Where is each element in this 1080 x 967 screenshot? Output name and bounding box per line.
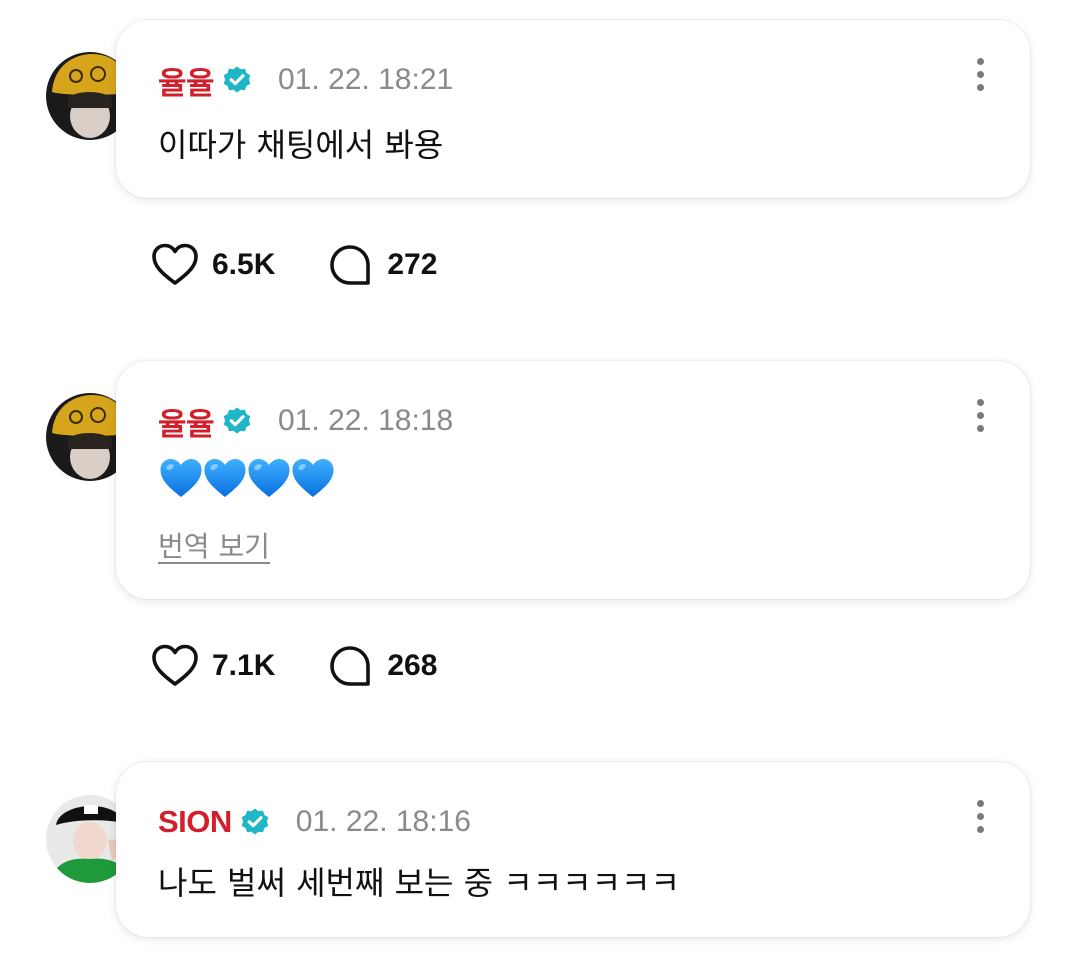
more-options-icon[interactable] [970, 800, 990, 840]
like-count: 6.5K [212, 248, 276, 281]
translate-link[interactable]: 번역 보기 [158, 525, 270, 565]
verified-check-icon [222, 65, 252, 95]
verified-check-icon [240, 807, 270, 837]
timestamp: 01. 22. 18:16 [295, 805, 471, 838]
comment-bubble-icon [325, 642, 375, 690]
more-options-icon[interactable] [970, 58, 990, 98]
like-button[interactable]: 6.5K [150, 241, 275, 289]
comment-text-value: 💙💙💙💙 [158, 500, 159, 501]
author-name[interactable]: SION [158, 804, 232, 840]
like-count: 7.1K [212, 649, 276, 682]
comment-card: 율율 01. 22. 18:21 이따가 채팅에서 봐용 [116, 20, 1030, 198]
comment-card: SION 01. 22. 18:16 나도 벌써 세번째 보는 중 ㅋㅋㅋㅋㅋㅋ [116, 762, 1030, 937]
verified-check-icon [222, 406, 252, 436]
more-options-icon[interactable] [970, 399, 990, 439]
blue-heart-icon [158, 456, 204, 500]
comment-text: 나도 벌써 세번째 보는 중 ㅋㅋㅋㅋㅋㅋ [158, 864, 680, 902]
comment-actions: 6.5K 272 [150, 240, 437, 290]
reply-button[interactable]: 268 [325, 642, 437, 690]
comment-text: 💙💙💙💙 [158, 456, 334, 500]
timestamp: 01. 22. 18:18 [278, 404, 454, 437]
comment-actions: 7.1K 268 [150, 641, 437, 691]
blue-heart-icon [202, 456, 248, 500]
blue-heart-icon [246, 456, 292, 500]
heart-icon [150, 642, 200, 690]
comment-text: 이따가 채팅에서 봐용 [158, 126, 444, 164]
like-button[interactable]: 7.1K [150, 642, 275, 690]
reply-count: 268 [387, 649, 438, 682]
blue-heart-emojis [158, 456, 334, 500]
author-name[interactable]: 율율 [158, 58, 215, 103]
reply-count: 272 [387, 248, 438, 281]
comment-bubble-icon [325, 241, 375, 289]
reply-button[interactable]: 272 [325, 241, 437, 289]
timestamp: 01. 22. 18:21 [278, 63, 454, 96]
blue-heart-icon [290, 456, 336, 500]
author-name[interactable]: 율율 [158, 399, 215, 444]
comment-card: 율율 01. 22. 18:18 💙💙💙💙 번역 보기 [116, 361, 1030, 599]
heart-icon [150, 241, 200, 289]
